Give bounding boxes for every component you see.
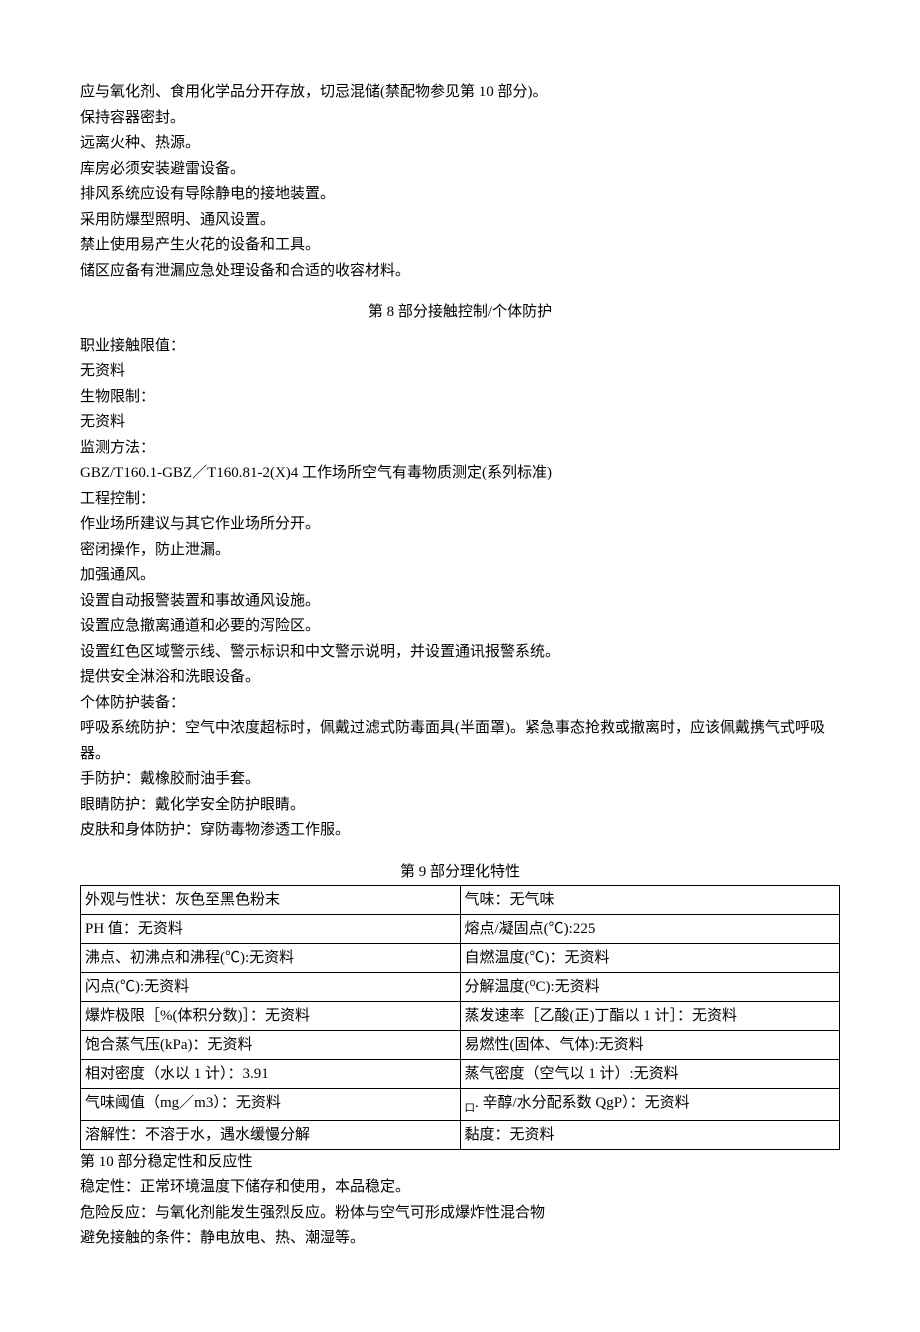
section-8-block: 职业接触限值： 无资料 生物限制： 无资料 监测方法： GBZ/T160.1-G… (80, 334, 840, 844)
sec8-line: 无资料 (80, 410, 840, 436)
property-cell: 自燃温度(℃)：无资料 (460, 944, 840, 973)
property-cell: 易燃性(固体、气体):无资料 (460, 1031, 840, 1060)
property-cell: 溶解性：不溶于水，遇水缓慢分解 (81, 1120, 461, 1149)
property-cell: 蒸发速率［乙酸(正)丁酯以 1 计］：无资料 (460, 1002, 840, 1031)
table-row: 饱合蒸气压(kPa)：无资料易燃性(固体、气体):无资料 (81, 1031, 840, 1060)
sec8-line: 个体防护装备： (80, 691, 840, 717)
property-cell: PH 值：无资料 (81, 915, 461, 944)
sec8-line: 职业接触限值： (80, 334, 840, 360)
sec8-line: 加强通风。 (80, 563, 840, 589)
table-row: PH 值：无资料熔点/凝固点(℃):225 (81, 915, 840, 944)
property-cell: 外观与性状：灰色至黑色粉末 (81, 886, 461, 915)
property-cell: 气味阈值（mg／m3）：无资料 (81, 1089, 461, 1121)
storage-line: 储区应备有泄漏应急处理设备和合适的收容材料。 (80, 259, 840, 285)
sec8-line: GBZ/T160.1-GBZ／T160.81-2(X)4 工作场所空气有毒物质测… (80, 461, 840, 487)
table-row: 爆炸极限［%(体积分数)］：无资料蒸发速率［乙酸(正)丁酯以 1 计］：无资料 (81, 1002, 840, 1031)
property-cell: 熔点/凝固点(℃):225 (460, 915, 840, 944)
sec8-line: 手防护：戴橡胶耐油手套。 (80, 767, 840, 793)
sec8-line: 呼吸系统防护：空气中浓度超标时，佩戴过滤式防毒面具(半面罩)。紧急事态抢救或撤离… (80, 716, 840, 767)
section-8-title: 第 8 部分接触控制/个体防护 (80, 300, 840, 326)
section-10-block: 第 10 部分稳定性和反应性 稳定性：正常环境温度下储存和使用，本品稳定。 危险… (80, 1150, 840, 1252)
property-cell: 饱合蒸气压(kPa)：无资料 (81, 1031, 461, 1060)
storage-line: 库房必须安装避雷设备。 (80, 157, 840, 183)
sec8-line: 设置应急撤离通道和必要的泻险区。 (80, 614, 840, 640)
property-cell: 口. 辛醇/水分配系数 QgP）：无资料 (460, 1089, 840, 1121)
storage-line: 远离火种、热源。 (80, 131, 840, 157)
property-cell: 分解温度(⁰C):无资料 (460, 973, 840, 1002)
sec8-line: 提供安全淋浴和洗眼设备。 (80, 665, 840, 691)
section-9-title: 第 9 部分理化特性 (80, 860, 840, 886)
sec8-line: 眼睛防护：戴化学安全防护眼睛。 (80, 793, 840, 819)
property-cell: 爆炸极限［%(体积分数)］：无资料 (81, 1002, 461, 1031)
sec10-line: 避免接触的条件：静电放电、热、潮湿等。 (80, 1226, 840, 1252)
section-10-title: 第 10 部分稳定性和反应性 (80, 1150, 840, 1176)
property-cell: 相对密度（水以 1 计）：3.91 (81, 1060, 461, 1089)
storage-line: 禁止使用易产生火花的设备和工具。 (80, 233, 840, 259)
table-row: 外观与性状：灰色至黑色粉末气味：无气味 (81, 886, 840, 915)
storage-line: 采用防爆型照明、通风设置。 (80, 208, 840, 234)
sec10-line: 稳定性：正常环境温度下储存和使用，本品稳定。 (80, 1175, 840, 1201)
table-row: 闪点(℃):无资料分解温度(⁰C):无资料 (81, 973, 840, 1002)
table-row: 相对密度（水以 1 计）：3.91蒸气密度（空气以 1 计）:无资料 (81, 1060, 840, 1089)
property-cell: 蒸气密度（空气以 1 计）:无资料 (460, 1060, 840, 1089)
storage-line: 应与氧化剂、食用化学品分开存放，切忌混储(禁配物参见第 10 部分)。 (80, 80, 840, 106)
sec8-line: 无资料 (80, 359, 840, 385)
property-cell: 沸点、初沸点和沸程(℃):无资料 (81, 944, 461, 973)
storage-line: 保持容器密封。 (80, 106, 840, 132)
table-row: 溶解性：不溶于水，遇水缓慢分解黏度：无资料 (81, 1120, 840, 1149)
physical-properties-table: 外观与性状：灰色至黑色粉末气味：无气味PH 值：无资料熔点/凝固点(℃):225… (80, 885, 840, 1150)
sec8-line: 监测方法： (80, 436, 840, 462)
storage-block: 应与氧化剂、食用化学品分开存放，切忌混储(禁配物参见第 10 部分)。 保持容器… (80, 80, 840, 284)
sec10-line: 危险反应：与氧化剂能发生强烈反应。粉体与空气可形成爆炸性混合物 (80, 1201, 840, 1227)
sec8-line: 设置自动报警装置和事故通风设施。 (80, 589, 840, 615)
table-row: 气味阈值（mg／m3）：无资料口. 辛醇/水分配系数 QgP）：无资料 (81, 1089, 840, 1121)
sec8-line: 工程控制： (80, 487, 840, 513)
sec8-line: 密闭操作，防止泄漏。 (80, 538, 840, 564)
storage-line: 排风系统应设有导除静电的接地装置。 (80, 182, 840, 208)
sec8-line: 皮肤和身体防护：穿防毒物渗透工作服。 (80, 818, 840, 844)
property-cell: 黏度：无资料 (460, 1120, 840, 1149)
sec8-line: 设置红色区域警示线、警示标识和中文警示说明，并设置通讯报警系统。 (80, 640, 840, 666)
sec8-line: 作业场所建议与其它作业场所分开。 (80, 512, 840, 538)
property-cell: 气味：无气味 (460, 886, 840, 915)
property-cell: 闪点(℃):无资料 (81, 973, 461, 1002)
sec8-line: 生物限制： (80, 385, 840, 411)
table-row: 沸点、初沸点和沸程(℃):无资料自燃温度(℃)：无资料 (81, 944, 840, 973)
